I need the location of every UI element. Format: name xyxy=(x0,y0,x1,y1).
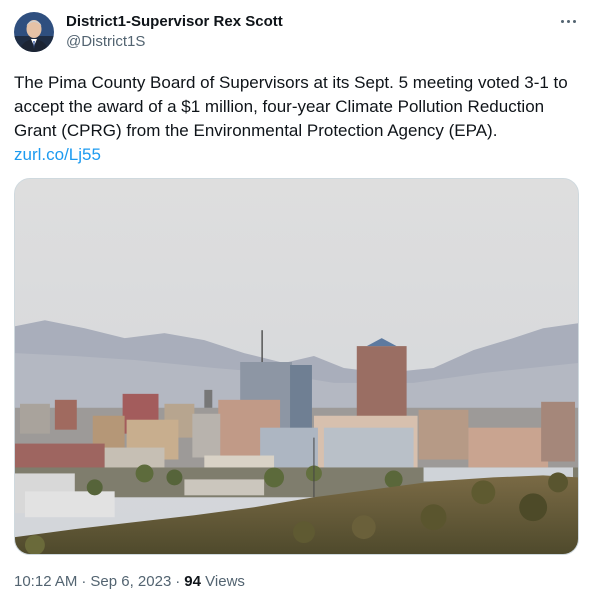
more-options-button[interactable] xyxy=(552,10,584,32)
meta-separator: · xyxy=(175,573,181,590)
more-horizontal-icon xyxy=(559,19,577,23)
tweet-date[interactable]: Sep 6, 2023 xyxy=(90,573,171,590)
author-handle[interactable]: @District1S xyxy=(66,33,145,51)
views-count: 94 xyxy=(184,573,201,590)
meta-separator: · xyxy=(81,573,87,590)
tweet-text-line: Grant (CPRG) from the Environmental Prot… xyxy=(14,121,498,140)
tweet-text-line: accept the award of a $1 million, four-y… xyxy=(14,97,545,116)
tweet-text: The Pima County Board of Supervisors at … xyxy=(14,71,584,167)
tweet-time[interactable]: 10:12 AM xyxy=(14,573,77,590)
tweet-meta: 10:12 AM · Sep 6, 2023 · 94 Views xyxy=(14,572,245,592)
views[interactable]: 94 Views xyxy=(184,573,245,590)
author-name[interactable]: District1-Supervisor Rex Scott xyxy=(66,13,283,31)
city-skyline-photo-icon xyxy=(15,179,578,554)
tweet-photo[interactable] xyxy=(14,178,579,555)
tweet[interactable]: District1-Supervisor Rex Scott @District… xyxy=(0,0,593,608)
profile-photo-icon xyxy=(14,12,54,52)
views-label: Views xyxy=(205,573,245,590)
tweet-link[interactable]: zurl.co/Lj55 xyxy=(14,145,101,164)
tweet-text-line: The Pima County Board of Supervisors at … xyxy=(14,73,568,92)
author-avatar[interactable] xyxy=(14,12,54,52)
